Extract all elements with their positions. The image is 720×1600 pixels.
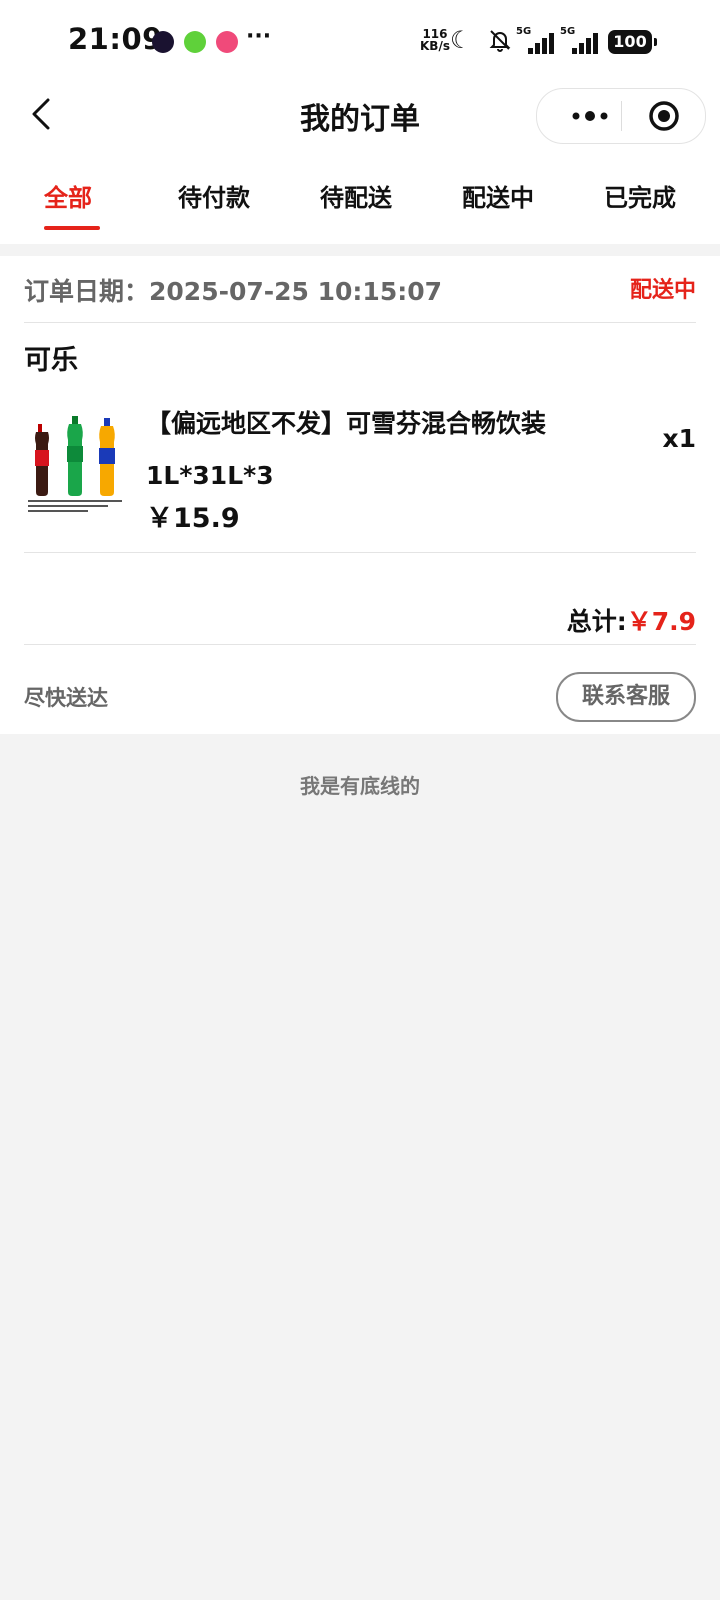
moon-icon: ☾ xyxy=(450,26,472,54)
app-notification-icon xyxy=(216,31,238,53)
mini-program-capsule xyxy=(536,88,706,144)
signal-1-bars-icon xyxy=(528,32,554,54)
tab-delivering[interactable]: 配送中 xyxy=(462,178,534,213)
order-date-label: 订单日期： xyxy=(24,277,150,306)
product-name[interactable]: 【偏远地区不发】可雪芬混合畅饮装1L*31L*3 xyxy=(146,398,616,502)
contact-service-button[interactable]: 联系客服 xyxy=(556,672,696,722)
message-notification-icon xyxy=(184,31,206,53)
more-notifications-icon: ··· xyxy=(246,24,272,49)
network-speed-unit: KB/s xyxy=(420,39,450,53)
order-tabs: 全部 待付款 待配送 配送中 已完成 xyxy=(0,178,720,234)
order-total: 总计:￥7.9 xyxy=(567,602,696,638)
divider xyxy=(24,322,696,323)
product-image[interactable] xyxy=(24,406,128,514)
store-name: 可乐 xyxy=(24,345,78,376)
total-amount: ￥7.9 xyxy=(626,607,696,636)
order-card[interactable]: 订单日期：2025-07-25 10:15:07 配送中 可乐 【偏远地区不发】… xyxy=(0,256,720,734)
tiktok-notification-icon xyxy=(152,31,174,53)
divider xyxy=(24,552,696,553)
top-area: 21:09 ··· 116 KB/s ☾ 5G 5G 100 我的订单 全部 待… xyxy=(0,0,720,244)
close-mini-program-button[interactable] xyxy=(623,89,705,143)
end-of-list-text: 我是有底线的 xyxy=(300,774,420,798)
bell-off-icon xyxy=(489,30,511,52)
network-speed: 116 KB/s xyxy=(420,28,450,52)
tab-pending-payment[interactable]: 待付款 xyxy=(178,178,250,213)
signal-2-bars-icon xyxy=(572,32,598,54)
target-close-icon xyxy=(649,101,679,131)
battery-indicator: 100 xyxy=(608,30,657,54)
capsule-divider xyxy=(621,101,622,131)
order-date-value: 2025-07-25 10:15:07 xyxy=(149,277,442,306)
more-menu-button[interactable] xyxy=(559,89,621,143)
active-tab-indicator xyxy=(44,226,100,230)
tab-completed[interactable]: 已完成 xyxy=(604,178,676,213)
order-status-badge: 配送中 xyxy=(629,278,696,303)
tab-pending-delivery[interactable]: 待配送 xyxy=(320,178,392,213)
order-date: 订单日期：2025-07-25 10:15:07 xyxy=(24,272,442,308)
order-note: 尽快送达 xyxy=(24,686,108,710)
product-price: ￥15.9 xyxy=(146,503,240,534)
status-time: 21:09 xyxy=(68,22,163,56)
product-quantity: x1 xyxy=(662,424,696,453)
divider xyxy=(24,644,696,645)
tab-all[interactable]: 全部 xyxy=(44,178,92,213)
more-dots-icon xyxy=(572,111,608,121)
total-label: 总计: xyxy=(566,607,627,636)
status-bar: 21:09 ··· 116 KB/s ☾ 5G 5G 100 xyxy=(0,22,720,62)
